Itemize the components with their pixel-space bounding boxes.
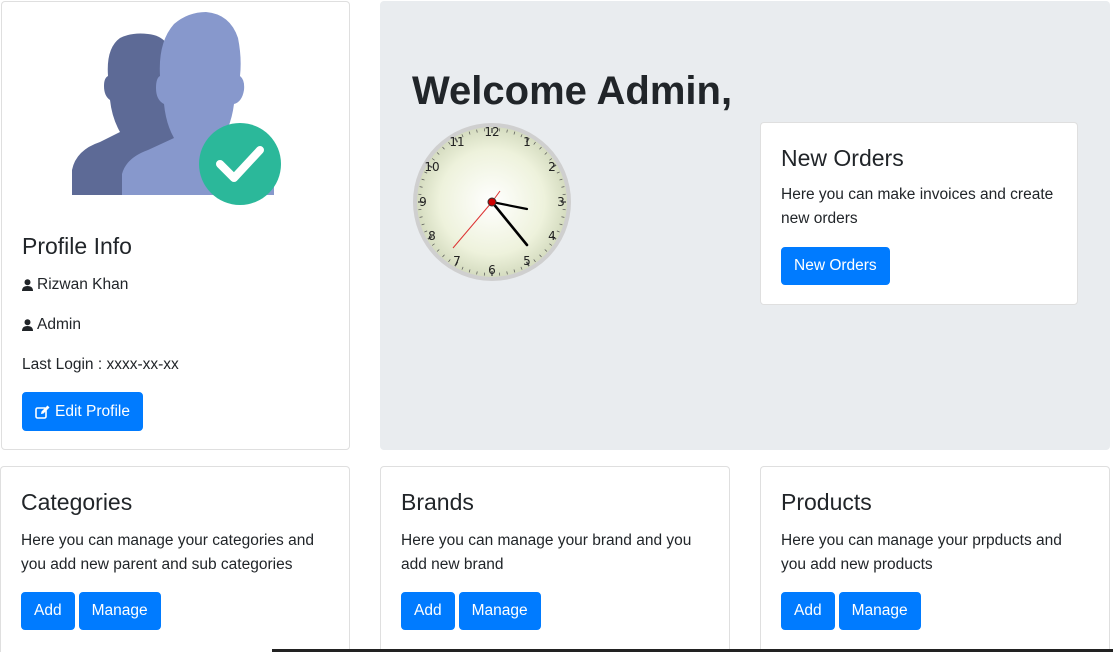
last-login-label: Last Login : xyxy=(22,356,107,373)
svg-text:9: 9 xyxy=(419,195,427,209)
svg-text:3: 3 xyxy=(557,195,565,209)
profile-card: Profile Info Rizwan Khan Admin Last Logi… xyxy=(1,1,350,450)
last-login-line: Last Login : xxxx-xx-xx xyxy=(22,356,179,374)
clock-center-pin xyxy=(487,197,497,207)
svg-text:12: 12 xyxy=(484,125,499,139)
svg-text:4: 4 xyxy=(548,229,556,243)
products-text: Here you can manage your prpducts and yo… xyxy=(781,532,1062,573)
svg-text:8: 8 xyxy=(428,229,436,243)
new-orders-text: Here you can make invoices and create ne… xyxy=(781,186,1054,227)
users-avatar-icon xyxy=(72,12,281,205)
new-orders-title: New Orders xyxy=(781,145,904,171)
new-orders-button[interactable]: New Orders xyxy=(781,247,890,285)
svg-text:2: 2 xyxy=(548,160,556,174)
svg-text:5: 5 xyxy=(523,254,531,268)
brands-title: Brands xyxy=(401,489,474,515)
edit-profile-label: Edit Profile xyxy=(55,402,130,420)
brands-actions: Add Manage xyxy=(401,592,541,630)
new-orders-card: New Orders Here you can make invoices an… xyxy=(760,122,1078,305)
products-card: Products Here you can manage your prpduc… xyxy=(760,466,1110,652)
brands-card: Brands Here you can manage your brand an… xyxy=(380,466,730,652)
analog-clock: 12 1 2 3 4 5 6 7 8 9 10 11 xyxy=(413,123,571,281)
categories-manage-button[interactable]: Manage xyxy=(78,592,161,630)
categories-title: Categories xyxy=(21,489,133,515)
categories-actions: Add Manage xyxy=(21,592,161,630)
products-add-button[interactable]: Add xyxy=(781,592,835,630)
products-actions: Add Manage xyxy=(781,592,921,630)
edit-profile-button[interactable]: Edit Profile xyxy=(22,392,143,431)
svg-text:10: 10 xyxy=(424,160,439,174)
edit-icon xyxy=(35,405,50,419)
profile-role-line: Admin xyxy=(22,316,81,334)
categories-text: Here you can manage your categories and … xyxy=(21,532,314,573)
welcome-heading: Welcome Admin, xyxy=(412,69,733,113)
brands-add-button[interactable]: Add xyxy=(401,592,455,630)
products-title: Products xyxy=(781,489,872,515)
svg-text:1: 1 xyxy=(523,135,531,149)
brands-manage-button[interactable]: Manage xyxy=(458,592,541,630)
last-login-value: xxxx-xx-xx xyxy=(106,356,179,373)
svg-text:7: 7 xyxy=(453,254,461,268)
svg-text:11: 11 xyxy=(449,135,464,149)
brands-text: Here you can manage your brand and you a… xyxy=(401,532,692,573)
categories-add-button[interactable]: Add xyxy=(21,592,75,630)
profile-name-line: Rizwan Khan xyxy=(22,276,128,294)
user-icon xyxy=(22,319,33,331)
profile-role: Admin xyxy=(37,316,81,333)
svg-text:6: 6 xyxy=(488,263,496,277)
products-manage-button[interactable]: Manage xyxy=(838,592,921,630)
profile-name: Rizwan Khan xyxy=(37,276,129,293)
categories-card: Categories Here you can manage your cate… xyxy=(0,466,350,652)
user-icon xyxy=(22,279,33,291)
profile-info-title: Profile Info xyxy=(22,233,132,259)
